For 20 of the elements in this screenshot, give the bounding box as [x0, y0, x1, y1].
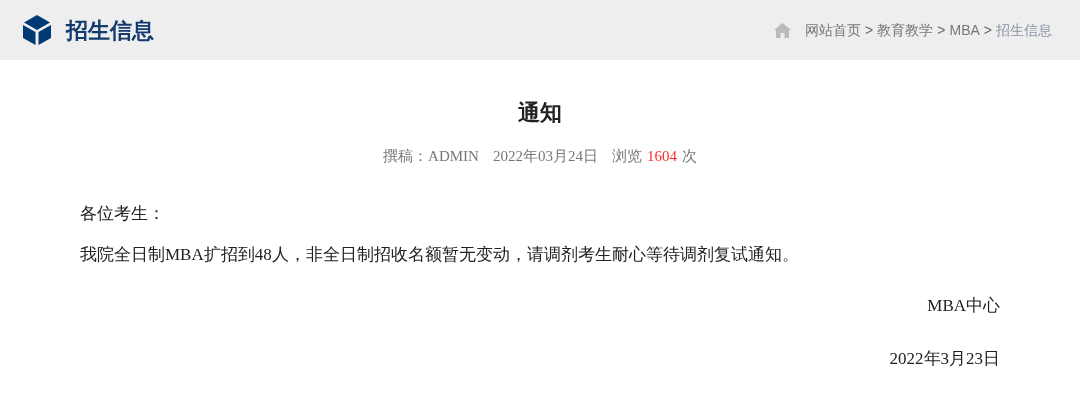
paragraph: 我院全日制MBA扩招到48人，非全日制招收名额暂无变动，请调剂考生耐心等待调剂复试通知。 [80, 244, 799, 267]
author-label: 撰稿：ADMIN [383, 147, 479, 166]
home-icon [774, 21, 792, 39]
signature-line: 2022年3月23日 [889, 348, 1000, 371]
views-label: 浏览 [611, 147, 642, 166]
breadcrumb-separator: > [937, 20, 946, 40]
views-unit: 次 [681, 147, 697, 166]
article-title: 通知 [518, 99, 562, 127]
breadcrumb-link[interactable]: 教育教学 [877, 19, 934, 41]
breadcrumb-link[interactable]: 招生信息 [996, 19, 1052, 41]
signature-line: MBA中心 [927, 295, 1000, 318]
cube-icon [22, 14, 52, 46]
view-count: 1604 [646, 147, 677, 166]
publish-date: 2022年03月24日 [492, 147, 598, 166]
breadcrumb-separator: > [865, 20, 874, 40]
section-title: 招生信息 [66, 16, 154, 45]
paragraph: 各位考生： [80, 203, 165, 226]
breadcrumb-link[interactable]: MBA [949, 19, 980, 41]
breadcrumb-separator: > [983, 20, 992, 40]
breadcrumb-link[interactable]: 网站首页 [805, 19, 862, 41]
